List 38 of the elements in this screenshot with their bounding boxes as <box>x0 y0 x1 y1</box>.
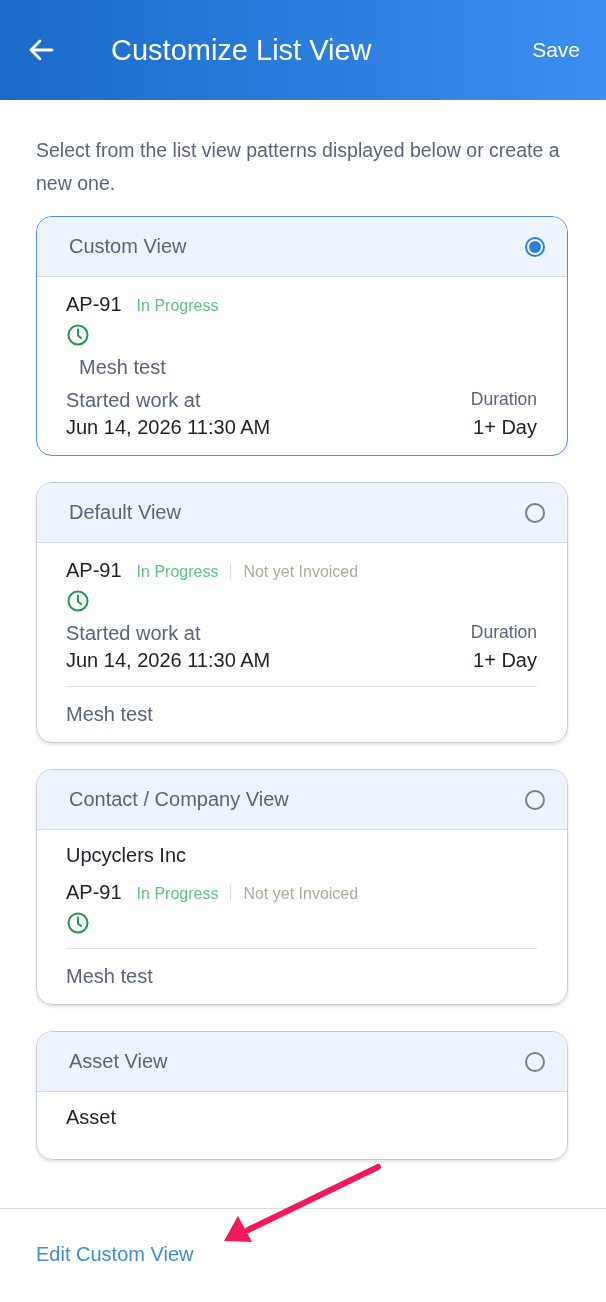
duration-value: 1+ Day <box>473 649 537 672</box>
job-id: AP-91 <box>66 881 122 904</box>
job-id: AP-91 <box>66 293 122 316</box>
view-card[interactable]: Asset View Asset <box>36 1031 568 1160</box>
view-title: Custom View <box>69 235 188 258</box>
clock-icon <box>67 324 89 346</box>
job-title: Mesh test <box>66 703 153 725</box>
clock-icon <box>67 912 89 934</box>
started-label: Started work at <box>66 622 202 645</box>
started-date: Jun 14, 2026 11:30 AM <box>66 649 271 672</box>
started-date: Jun 14, 2026 11:30 AM <box>66 416 271 439</box>
view-card[interactable]: Contact / Company View Upcyclers Inc AP-91 In Progress Not yet Invoiced Mesh test <box>36 769 568 1005</box>
radio-button[interactable] <box>525 502 545 523</box>
screen-title: Customize List View <box>111 33 373 67</box>
company-name: Asset <box>66 1106 118 1129</box>
invoice-status: Not yet Invoiced <box>243 563 359 581</box>
view-title: Asset View <box>69 1050 169 1073</box>
view-title: Contact / Company View <box>69 788 290 811</box>
duration-value: 1+ Day <box>473 416 537 439</box>
duration-label: Duration <box>470 622 537 643</box>
status-label: In Progress <box>136 297 219 315</box>
status-label: In Progress <box>136 563 219 581</box>
clock-icon <box>67 590 89 612</box>
view-card[interactable]: Custom View AP-91 In Progress Mesh test Started work at Jun 14, 2026 11:30 AM Duration 1+ Day <box>36 216 568 456</box>
intro-text: Select from the list view patterns displayed below or create a new one. <box>36 138 561 196</box>
radio-button[interactable] <box>525 236 545 257</box>
invoice-status: Not yet Invoiced <box>243 885 359 903</box>
status-label: In Progress <box>136 885 219 903</box>
started-label: Started work at <box>66 389 202 412</box>
job-id: AP-91 <box>66 559 122 582</box>
view-title: Default View <box>69 501 182 524</box>
radio-button[interactable] <box>525 1051 545 1072</box>
company-name: Upcyclers Inc <box>66 844 188 867</box>
view-card[interactable]: Default View AP-91 In Progress Not yet Invoiced Started work at Jun 14, 2026 11:30 AM Duration 1+ Day Mesh test <box>36 482 568 743</box>
job-title: Mesh test <box>66 965 153 987</box>
radio-button[interactable] <box>525 789 545 810</box>
job-title: Mesh test <box>79 356 167 379</box>
duration-label: Duration <box>470 389 537 410</box>
